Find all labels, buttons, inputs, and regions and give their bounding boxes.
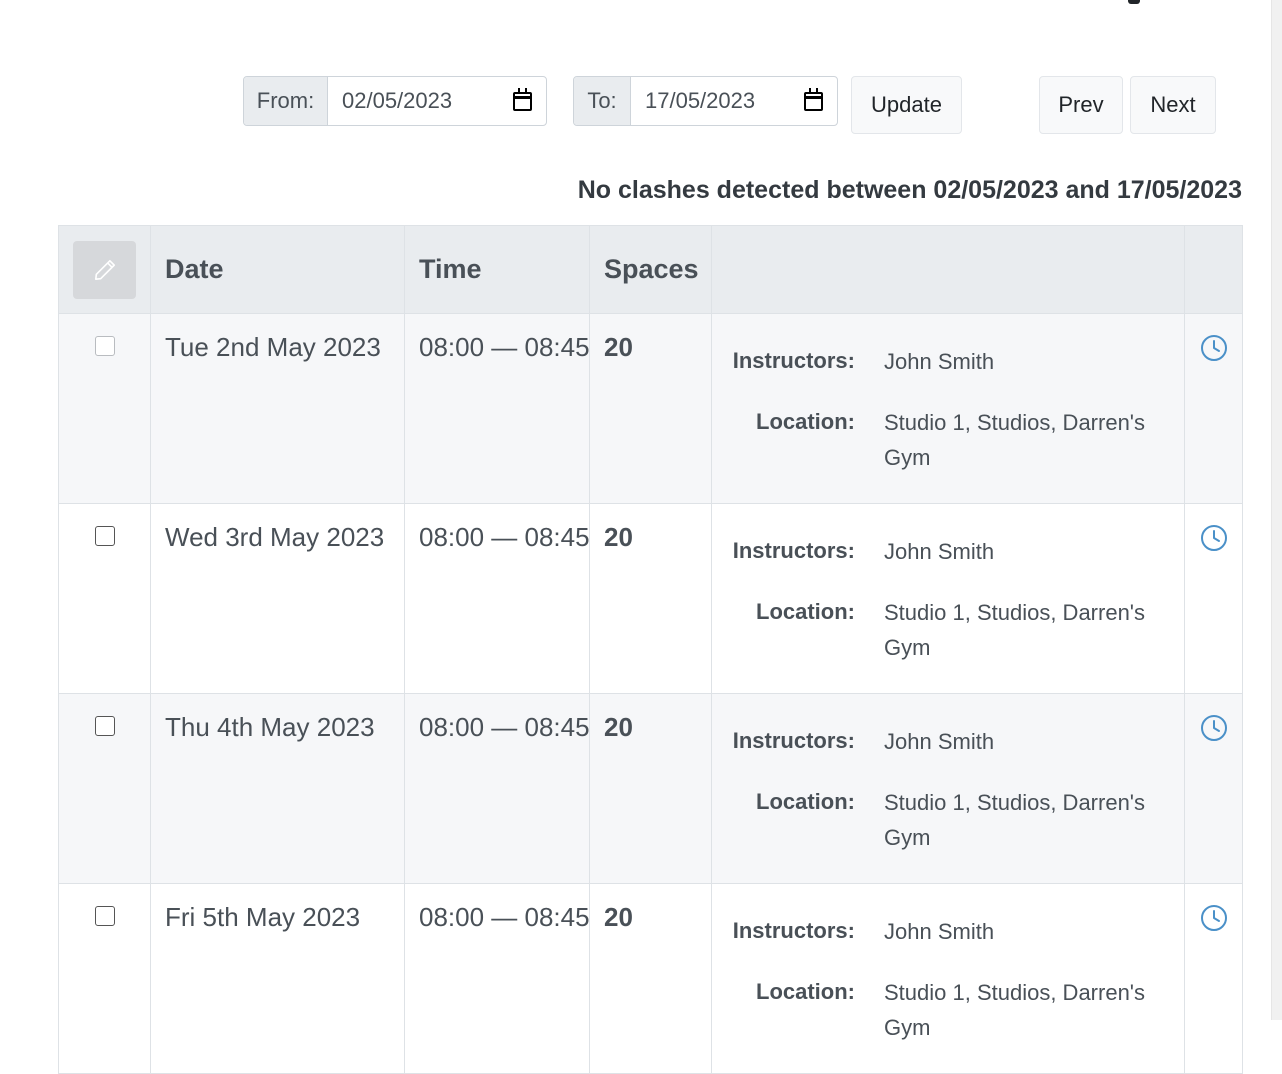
select-cell (58, 313, 151, 504)
date-cell: Fri 5th May 2023 (150, 883, 405, 1074)
row-date: Thu 4th May 2023 (165, 712, 375, 742)
spaces-cell: 20 (589, 693, 712, 884)
select-cell (58, 503, 151, 694)
instructors-row: Instructors: John Smith (712, 534, 1184, 569)
row-spaces: 20 (604, 902, 633, 932)
details-cell: Instructors: John Smith Location: Studio… (711, 883, 1185, 1074)
spaces-cell: 20 (589, 883, 712, 1074)
pencil-icon (94, 259, 115, 280)
location-row: Location: Studio 1, Studios, Darren's Gy… (712, 405, 1184, 475)
clock-icon[interactable] (1200, 714, 1228, 742)
header-spaces: Spaces (589, 225, 712, 314)
row-date: Wed 3rd May 2023 (165, 522, 385, 552)
spaces-cell: 20 (589, 313, 712, 504)
location-row: Location: Studio 1, Studios, Darren's Gy… (712, 975, 1184, 1045)
action-cell (1184, 313, 1243, 504)
to-date-input[interactable]: 17/05/2023 (631, 77, 837, 125)
cut-off-heading-fragment (1128, 0, 1140, 4)
instructors-label: Instructors: (732, 348, 855, 373)
action-cell (1184, 503, 1243, 694)
instructors-value: John Smith (884, 349, 995, 374)
row-spaces: 20 (604, 332, 633, 362)
details-cell: Instructors: John Smith Location: Studio… (711, 313, 1185, 504)
row-checkbox[interactable] (94, 526, 115, 546)
table-row: Thu 4th May 2023 08:00 — 08:45 20 Instru… (58, 693, 1243, 884)
row-time: 08:00 — 08:45 (419, 902, 590, 932)
header-date: Date (150, 225, 405, 314)
instructors-value: John Smith (884, 919, 995, 944)
location-value: Studio 1, Studios, Darren's Gym (884, 600, 1146, 660)
instructors-row: Instructors: John Smith (712, 724, 1184, 759)
header-details (711, 225, 1185, 314)
select-cell (58, 883, 151, 1074)
date-cell: Thu 4th May 2023 (150, 693, 405, 884)
location-value: Studio 1, Studios, Darren's Gym (884, 410, 1146, 470)
row-checkbox[interactable] (94, 716, 115, 736)
instructors-value: John Smith (884, 539, 995, 564)
table-row: Fri 5th May 2023 08:00 — 08:45 20 Instru… (58, 883, 1243, 1074)
row-date: Fri 5th May 2023 (165, 902, 361, 932)
update-button[interactable]: Update (851, 76, 962, 134)
row-checkbox[interactable] (94, 336, 115, 356)
location-row: Location: Studio 1, Studios, Darren's Gy… (712, 595, 1184, 665)
calendar-icon[interactable] (804, 87, 823, 111)
edit-header-cell (58, 225, 151, 314)
next-button[interactable]: Next (1130, 76, 1216, 134)
instructors-value: John Smith (884, 729, 995, 754)
spaces-cell: 20 (589, 503, 712, 694)
row-checkbox[interactable] (94, 906, 115, 926)
instructors-label: Instructors: (732, 728, 855, 753)
location-row: Location: Studio 1, Studios, Darren's Gy… (712, 785, 1184, 855)
clock-icon[interactable] (1200, 334, 1228, 362)
header-time: Time (404, 225, 590, 314)
page-scrollbar[interactable] (1271, 0, 1282, 1020)
from-date-group: From: 02/05/2023 (243, 76, 547, 126)
calendar-icon[interactable] (513, 87, 532, 111)
prev-button[interactable]: Prev (1039, 76, 1123, 134)
time-cell: 08:00 — 08:45 (404, 883, 590, 1074)
to-date-group: To: 17/05/2023 (573, 76, 838, 126)
location-value: Studio 1, Studios, Darren's Gym (884, 980, 1146, 1040)
row-time: 08:00 — 08:45 (419, 522, 590, 552)
instructors-row: Instructors: John Smith (712, 914, 1184, 949)
details-cell: Instructors: John Smith Location: Studio… (711, 503, 1185, 694)
row-date: Tue 2nd May 2023 (165, 332, 381, 362)
action-cell (1184, 883, 1243, 1074)
location-label: Location: (756, 409, 855, 434)
from-date-input[interactable]: 02/05/2023 (328, 77, 546, 125)
header-actions (1184, 225, 1243, 314)
instructors-label: Instructors: (732, 918, 855, 943)
time-cell: 08:00 — 08:45 (404, 313, 590, 504)
to-label: To: (574, 77, 631, 125)
table-row: Wed 3rd May 2023 08:00 — 08:45 20 Instru… (58, 503, 1243, 694)
row-time: 08:00 — 08:45 (419, 332, 590, 362)
table-header-row: Date Time Spaces (58, 225, 1243, 314)
location-label: Location: (756, 789, 855, 814)
to-date-value: 17/05/2023 (645, 88, 756, 113)
table-row: Tue 2nd May 2023 08:00 — 08:45 20 Instru… (58, 313, 1243, 504)
from-date-value: 02/05/2023 (342, 88, 453, 113)
instructors-row: Instructors: John Smith (712, 344, 1184, 379)
from-label: From: (244, 77, 328, 125)
time-cell: 08:00 — 08:45 (404, 503, 590, 694)
location-label: Location: (756, 979, 855, 1004)
edit-selected-button[interactable] (73, 240, 136, 299)
location-value: Studio 1, Studios, Darren's Gym (884, 790, 1146, 850)
action-cell (1184, 693, 1243, 884)
time-cell: 08:00 — 08:45 (404, 693, 590, 884)
row-spaces: 20 (604, 522, 633, 552)
row-time: 08:00 — 08:45 (419, 712, 590, 742)
date-cell: Tue 2nd May 2023 (150, 313, 405, 504)
clash-status-message: No clashes detected between 02/05/2023 a… (577, 176, 1242, 204)
date-cell: Wed 3rd May 2023 (150, 503, 405, 694)
classes-table: Date Time Spaces Tue 2nd May 2023 08:00 … (58, 225, 1243, 1074)
location-label: Location: (756, 599, 855, 624)
row-spaces: 20 (604, 712, 633, 742)
clock-icon[interactable] (1200, 524, 1228, 552)
details-cell: Instructors: John Smith Location: Studio… (711, 693, 1185, 884)
select-cell (58, 693, 151, 884)
instructors-label: Instructors: (732, 538, 855, 563)
clock-icon[interactable] (1200, 904, 1228, 932)
